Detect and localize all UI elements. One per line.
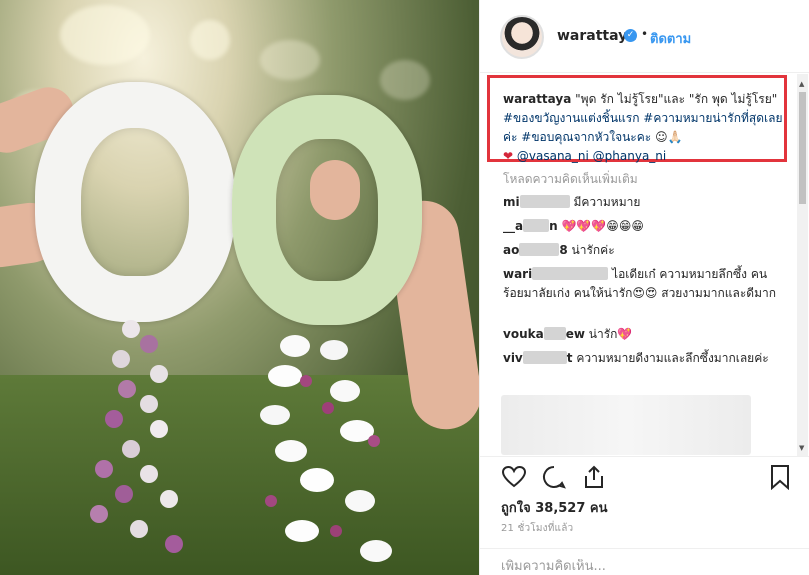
post-header: warattaya ✓ • ติดตาม xyxy=(480,0,809,73)
caption-username[interactable]: warattaya xyxy=(503,92,571,106)
post-photo[interactable] xyxy=(0,0,479,575)
add-comment-bar xyxy=(479,548,809,575)
header-separator: • xyxy=(641,27,649,41)
add-comment-input[interactable] xyxy=(501,559,791,574)
comment-text: น่ารักค่ะ xyxy=(571,243,615,257)
instagram-post: warattaya ✓ • ติดตาม warattaya "พุด รัก … xyxy=(0,0,809,575)
comments-scrollbar[interactable]: ▲ ▼ xyxy=(797,74,808,456)
scrollbar-thumb[interactable] xyxy=(799,92,806,204)
green-garland xyxy=(232,95,422,325)
avatar[interactable] xyxy=(500,15,544,59)
comment-username[interactable]: vouka ew xyxy=(503,327,585,341)
post-actions xyxy=(479,456,809,496)
load-more-comments-link[interactable]: โหลดความคิดเห็นเพิ่มเติม xyxy=(503,170,638,189)
comment-username[interactable]: __a n xyxy=(503,219,558,233)
comment-row: ao 8 น่ารักค่ะ xyxy=(503,241,783,260)
comment-text: น่ารัก💖 xyxy=(588,327,633,341)
scroll-down-icon[interactable]: ▼ xyxy=(799,444,804,452)
comment-row: vouka ew น่ารัก💖 xyxy=(503,325,783,344)
likes-count[interactable]: ถูกใจ 38,527 คน xyxy=(501,497,608,518)
scroll-up-icon[interactable]: ▲ xyxy=(799,80,804,88)
heart-icon[interactable] xyxy=(501,464,527,490)
comment-username[interactable]: viv t xyxy=(503,351,573,365)
comment-username[interactable]: ao 8 xyxy=(503,243,568,257)
comment-text: มีความหมาย xyxy=(573,195,641,209)
comment-icon[interactable] xyxy=(541,464,567,490)
follow-button[interactable]: ติดตาม xyxy=(650,28,691,49)
post-timestamp: 21 ชั่วโมงที่แล้ว xyxy=(501,523,574,534)
post-caption: warattaya "พุด รัก ไม่รู้โรย"และ "รัก พุ… xyxy=(503,90,783,166)
share-icon[interactable] xyxy=(581,464,607,490)
comment-row: viv t ความหมายดีงามและลึกซึ้งมากเลยค่ะ xyxy=(503,349,783,368)
comment-text: ความหมายดีงามและลึกซึ้งมากเลยค่ะ xyxy=(576,351,769,365)
comment-text: 💖💖💖😁😁😁 xyxy=(561,219,644,233)
caption-text: "พุด รัก ไม่รู้โรย"และ "รัก พุด ไม่รู้โร… xyxy=(575,92,778,106)
bookmark-icon[interactable] xyxy=(768,464,792,490)
white-garland xyxy=(35,82,235,322)
caption-mentions[interactable]: @vasana_ni @phanya_ni xyxy=(517,149,666,163)
comment-username[interactable]: wari xyxy=(503,267,609,281)
comment-row: __a n 💖💖💖😁😁😁 xyxy=(503,217,783,236)
comment-username[interactable]: mi xyxy=(503,195,570,209)
caption-hashtags[interactable]: #ของขวัญงานแต่งชิ้นแรก #ความหมายน่ารักที… xyxy=(503,111,783,144)
blurred-comment xyxy=(501,395,751,455)
comment-row: mi มีความหมาย xyxy=(503,193,783,212)
comment-row: wari ไอเดียเก๋ ความหมายลึกซึ้ง คนร้อยมาล… xyxy=(503,265,783,303)
caption-emoji: ☺🙏🏻 xyxy=(655,130,683,144)
verified-badge-icon: ✓ xyxy=(624,29,637,42)
heart-emoji: ❤ xyxy=(503,149,514,163)
